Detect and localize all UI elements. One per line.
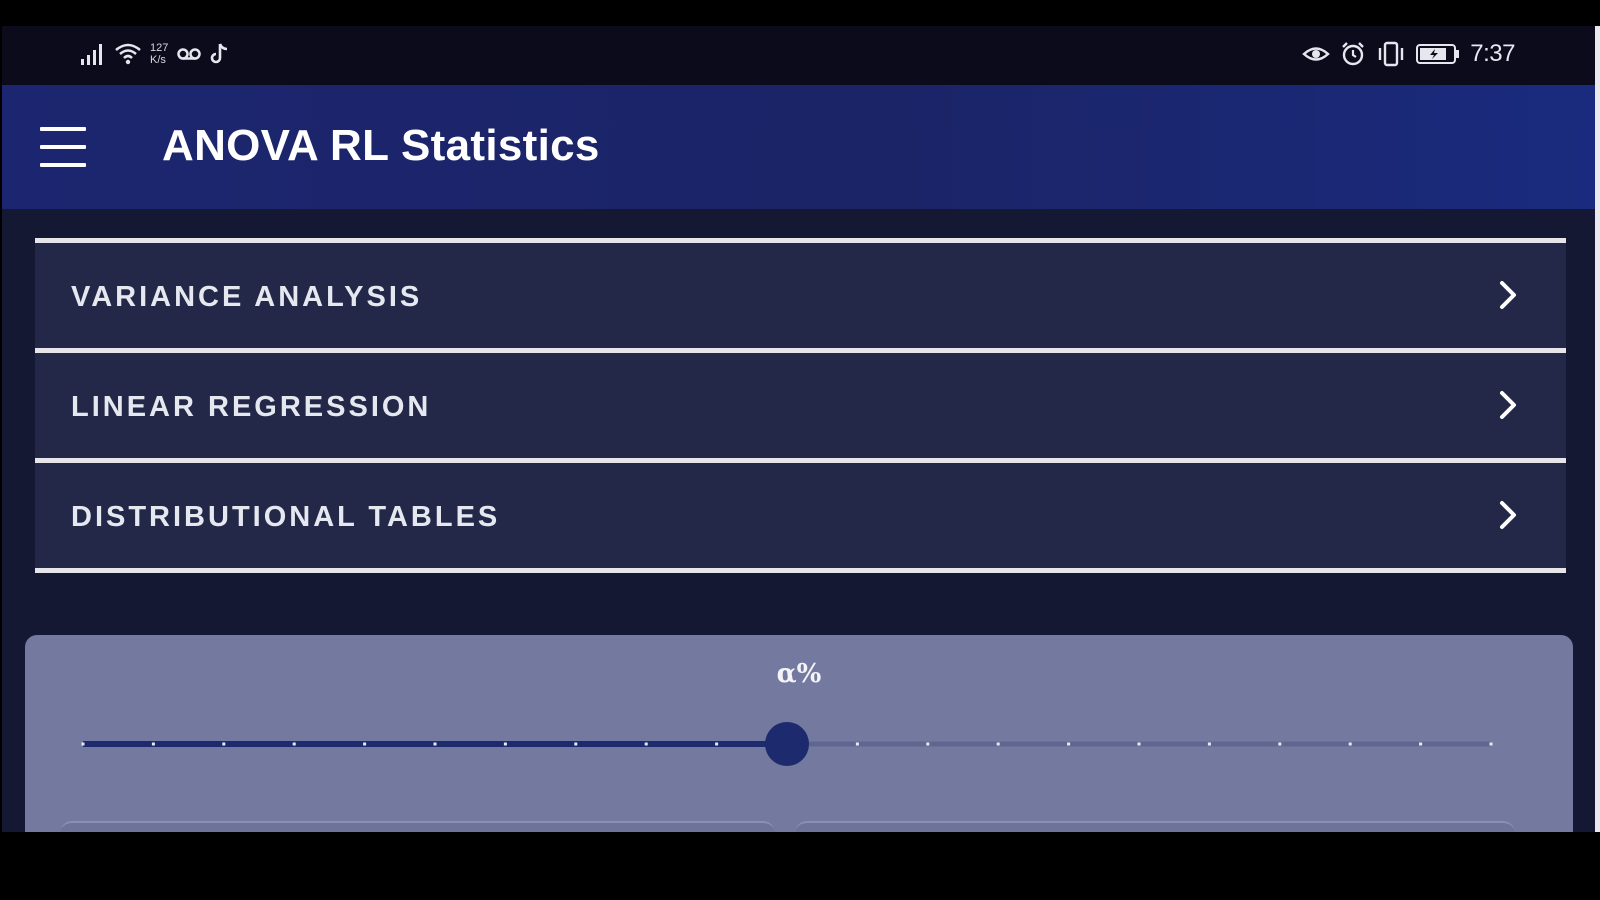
status-bar: 127 K/s 7:37 — [2, 26, 1595, 85]
vibrate-icon — [1376, 41, 1406, 67]
slider-tick — [1207, 742, 1211, 746]
device-frame: 127 K/s 7:37 ANOVA RL Statistics VARIANC… — [0, 0, 1600, 900]
alarm-icon — [1340, 41, 1366, 67]
hamburger-menu-icon[interactable] — [40, 127, 88, 167]
nav-item-linear-regression[interactable]: LINEAR REGRESSION — [35, 353, 1566, 458]
network-speed: 127 K/s — [150, 42, 168, 66]
divider — [35, 568, 1566, 573]
eye-icon — [1302, 43, 1331, 65]
battery-icon — [1416, 43, 1460, 65]
alpha-slider[interactable] — [79, 721, 1495, 767]
wifi-icon — [114, 42, 142, 66]
slider-tick — [996, 742, 1000, 746]
app-bar: ANOVA RL Statistics — [2, 85, 1595, 209]
chevron-right-icon — [1494, 389, 1522, 421]
input-field-left[interactable] — [60, 821, 775, 832]
network-speed-unit: K/s — [150, 54, 166, 66]
slider-tick — [363, 742, 367, 746]
slider-tick — [715, 742, 719, 746]
signal-icon — [80, 42, 106, 66]
slider-tick — [503, 742, 507, 746]
slider-tick — [1419, 742, 1423, 746]
status-bar-left: 127 K/s — [80, 38, 230, 70]
slider-tick — [1137, 742, 1141, 746]
chevron-right-icon — [1494, 279, 1522, 311]
slider-tick — [292, 742, 296, 746]
nav-item-variance-analysis[interactable]: VARIANCE ANALYSIS — [35, 243, 1566, 348]
slider-tick — [81, 742, 85, 746]
slider-tick — [222, 742, 226, 746]
slider-tick — [433, 742, 437, 746]
slider-tick — [644, 742, 648, 746]
app-screen: 127 K/s 7:37 ANOVA RL Statistics VARIANC… — [2, 26, 1595, 832]
slider-tick — [855, 742, 859, 746]
nav-list: VARIANCE ANALYSIS LINEAR REGRESSION DIST… — [35, 238, 1566, 573]
slider-tick — [1489, 742, 1493, 746]
alpha-card: α% — [25, 635, 1573, 832]
status-time: 7:37 — [1470, 40, 1515, 67]
nav-item-distributional-tables[interactable]: DISTRIBUTIONAL TABLES — [35, 463, 1566, 568]
nav-item-label: LINEAR REGRESSION — [71, 391, 432, 423]
chevron-right-icon — [1494, 499, 1522, 531]
slider-tick — [574, 742, 578, 746]
slider-tick — [151, 742, 155, 746]
slider-tick — [1348, 742, 1352, 746]
nav-item-label: DISTRIBUTIONAL TABLES — [71, 501, 501, 533]
input-field-right[interactable] — [795, 821, 1515, 832]
slider-tick — [926, 742, 930, 746]
alpha-label: α% — [776, 659, 822, 689]
status-bar-right: 7:37 — [1302, 38, 1515, 70]
network-speed-value: 127 — [150, 42, 169, 54]
slider-tick — [1278, 742, 1282, 746]
app-title: ANOVA RL Statistics — [162, 121, 600, 170]
slider-tick — [1067, 742, 1071, 746]
slider-thumb[interactable] — [765, 722, 809, 766]
screen-edge — [1595, 26, 1600, 832]
voicemail-icon — [176, 45, 202, 63]
nav-item-label: VARIANCE ANALYSIS — [71, 281, 423, 313]
tiktok-icon — [210, 42, 230, 66]
